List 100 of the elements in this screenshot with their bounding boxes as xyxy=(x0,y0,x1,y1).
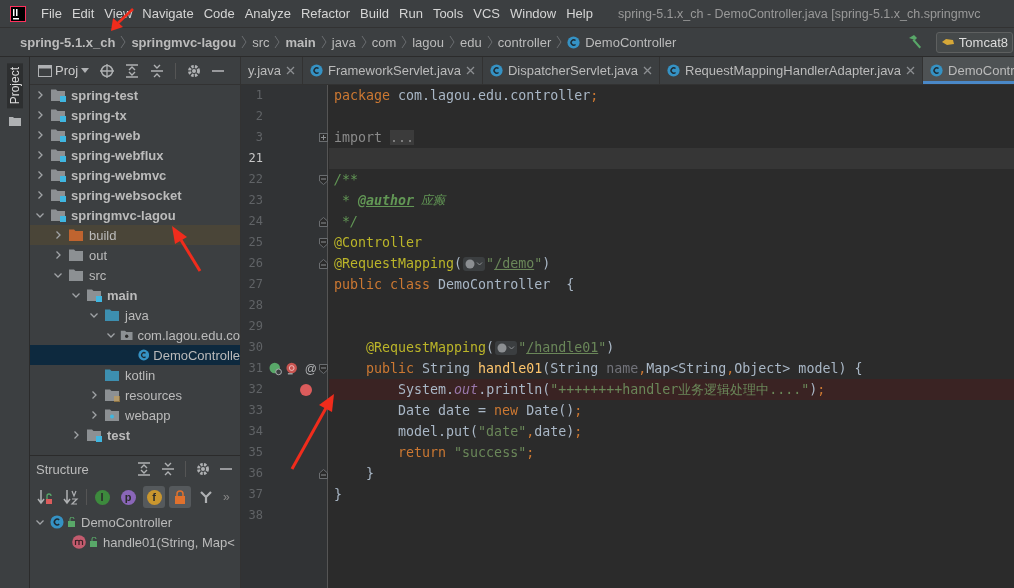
structure-item[interactable]: handle01(String, Map< xyxy=(30,532,240,552)
editor-tab[interactable]: FrameworkServlet.java xyxy=(303,57,483,84)
expand-fold-icon[interactable] xyxy=(319,133,328,142)
breadcrumb-item[interactable]: main xyxy=(285,34,316,50)
editor-tab[interactable]: DispatcherServlet.java xyxy=(482,57,660,84)
expand-all-icon[interactable] xyxy=(125,63,140,78)
fold-icon[interactable] xyxy=(319,258,328,269)
chevron-down-icon[interactable] xyxy=(53,270,63,280)
chevron-right-icon[interactable] xyxy=(35,130,45,140)
menu-item[interactable]: Build xyxy=(355,6,394,21)
close-icon[interactable] xyxy=(906,66,916,75)
tree-item[interactable]: src xyxy=(30,265,240,285)
chevron-down-icon[interactable] xyxy=(71,290,81,300)
chevron-right-icon[interactable] xyxy=(53,230,63,240)
filter-toggle[interactable]: f xyxy=(143,486,165,508)
settings-icon[interactable] xyxy=(196,462,210,476)
fold-icon[interactable] xyxy=(319,468,328,479)
chevron-down-icon[interactable] xyxy=(89,310,99,320)
lock-toggle[interactable] xyxy=(169,486,191,508)
settings-icon[interactable] xyxy=(187,63,202,78)
tree-item[interactable]: webapp xyxy=(30,405,240,425)
breadcrumb-item[interactable]: DemoController xyxy=(585,34,677,50)
more-button[interactable]: » xyxy=(221,490,232,504)
tree-item[interactable]: test xyxy=(30,425,240,445)
tree-item[interactable]: spring-websocket xyxy=(30,185,240,205)
app-logo-icon xyxy=(10,5,26,22)
run-config-dropdown[interactable]: Tomcat8 xyxy=(935,31,1013,53)
tree-item[interactable]: build xyxy=(30,225,240,245)
close-icon[interactable] xyxy=(465,66,475,75)
tree-item[interactable]: main xyxy=(30,285,240,305)
chevron-right-icon[interactable] xyxy=(35,150,45,160)
menu-item[interactable]: Window xyxy=(504,6,562,21)
breadcrumb-item[interactable]: springmvc-lagou xyxy=(131,34,237,50)
chevron-right-icon[interactable] xyxy=(53,250,63,260)
chevron-right-icon[interactable] xyxy=(89,390,99,400)
menu-item[interactable]: Navigate xyxy=(137,6,199,21)
editor-tab[interactable]: DemoContr xyxy=(923,57,1014,84)
chevron-down-icon[interactable] xyxy=(35,210,45,220)
target-icon[interactable] xyxy=(100,63,115,78)
close-icon[interactable] xyxy=(643,66,652,75)
tree-item[interactable]: spring-test xyxy=(30,85,240,105)
fold-icon[interactable] xyxy=(319,174,328,185)
tree-item[interactable]: spring-web xyxy=(30,125,240,145)
breadcrumb-item[interactable]: java xyxy=(331,34,356,50)
tree-item[interactable]: springmvc-lagou xyxy=(30,205,240,225)
chevron-right-icon[interactable] xyxy=(35,90,45,100)
breadcrumb-item[interactable]: controller xyxy=(497,34,552,50)
chevron-right-icon xyxy=(274,35,281,49)
menu-item[interactable]: File xyxy=(36,6,67,21)
collapse-all-icon[interactable] xyxy=(150,63,165,78)
menu-item[interactable]: Edit xyxy=(66,6,100,21)
folder-icon xyxy=(50,208,67,222)
breadcrumb-item[interactable]: src xyxy=(252,34,270,50)
tree-item[interactable]: spring-webflux xyxy=(30,145,240,165)
tree-item[interactable]: DemoControlle xyxy=(30,345,240,365)
line-number: 21 xyxy=(247,150,263,167)
breadcrumb-item[interactable]: lagou xyxy=(412,34,445,50)
menu-item[interactable]: Analyze xyxy=(239,6,296,21)
chevron-right-icon xyxy=(120,35,127,49)
menu-item[interactable]: Help xyxy=(561,6,598,21)
project-tool-tab[interactable]: Project xyxy=(6,63,23,109)
tree-item[interactable]: com.lagou.edu.co xyxy=(30,325,240,345)
folder-icon xyxy=(50,148,67,162)
chevron-right-icon[interactable] xyxy=(89,410,99,420)
editor-tab[interactable]: y.java xyxy=(241,57,303,84)
breadcrumb-item[interactable]: com xyxy=(371,34,397,50)
breadcrumb-item[interactable]: spring-5.1.x_ch xyxy=(20,34,116,50)
collapse-all-icon[interactable] xyxy=(161,462,175,476)
expand-all-icon[interactable] xyxy=(137,462,151,476)
menu-item[interactable]: VCS xyxy=(468,6,505,21)
tree-item[interactable]: spring-tx xyxy=(30,105,240,125)
breadcrumb-item[interactable]: edu xyxy=(460,34,482,50)
menu-item[interactable]: Run xyxy=(394,6,428,21)
chevron-right-icon[interactable] xyxy=(35,170,45,180)
structure-item[interactable]: DemoController xyxy=(30,512,240,532)
fold-icon[interactable] xyxy=(319,216,328,227)
tree-item[interactable]: spring-webmvc xyxy=(30,165,240,185)
fold-icon[interactable] xyxy=(319,237,328,248)
menu-item[interactable]: Refactor xyxy=(295,6,356,21)
chevron-right-icon[interactable] xyxy=(71,430,81,440)
class-icon xyxy=(930,64,944,77)
web-mapping-icon[interactable] xyxy=(285,361,299,376)
fold-icon[interactable] xyxy=(319,363,328,374)
view-selector[interactable]: Proj xyxy=(38,63,90,78)
breakpoint-icon[interactable] xyxy=(300,383,312,396)
tree-item[interactable]: out xyxy=(30,245,240,265)
chevron-down-icon[interactable] xyxy=(35,517,45,527)
folder-icon[interactable] xyxy=(8,116,21,127)
tree-item[interactable]: kotlin xyxy=(30,365,240,385)
close-icon[interactable] xyxy=(286,66,295,75)
chevron-down-icon[interactable] xyxy=(106,330,116,340)
tree-item[interactable]: resources xyxy=(30,385,240,405)
code-line: @Controller xyxy=(333,234,424,252)
chevron-right-icon[interactable] xyxy=(35,190,45,200)
menu-item[interactable]: Tools xyxy=(427,6,469,21)
chevron-right-icon[interactable] xyxy=(35,110,45,120)
bean-icon[interactable] xyxy=(269,361,283,376)
tree-item[interactable]: java xyxy=(30,305,240,325)
override-marker[interactable]: @ xyxy=(304,361,317,376)
menu-item[interactable]: Code xyxy=(198,6,240,21)
